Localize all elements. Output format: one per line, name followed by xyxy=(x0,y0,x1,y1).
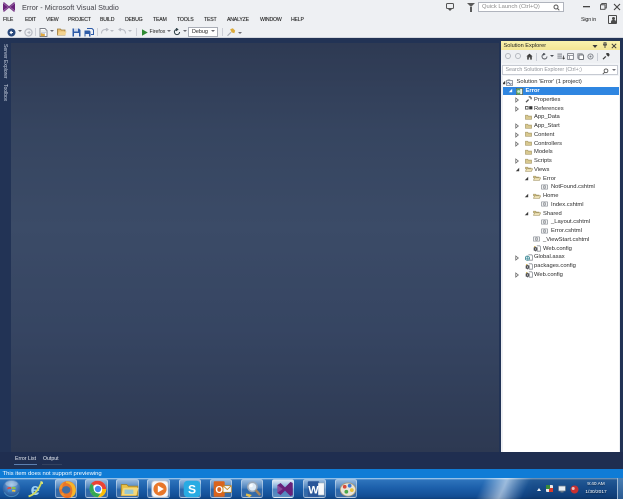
svg-text:O: O xyxy=(215,484,223,495)
svg-text:W: W xyxy=(308,484,319,496)
svg-text:S: S xyxy=(187,482,195,496)
